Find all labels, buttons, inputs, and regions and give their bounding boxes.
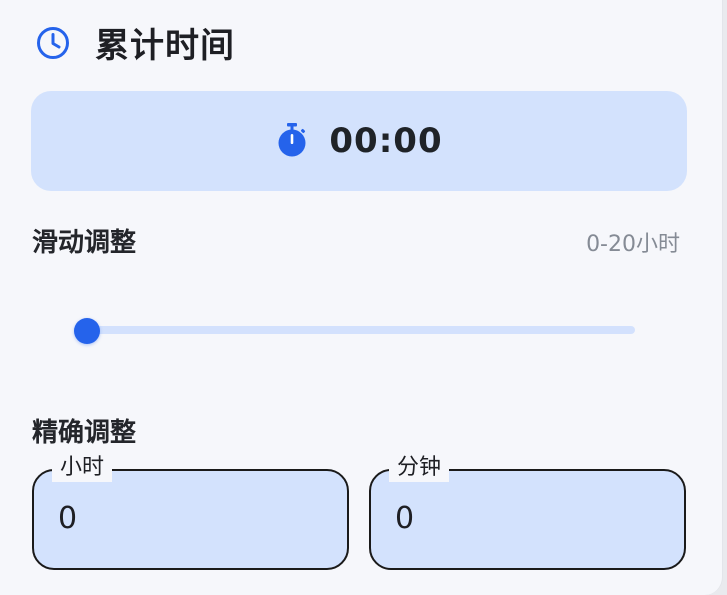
hours-slider-track[interactable] xyxy=(74,326,635,334)
clock-icon xyxy=(37,26,69,59)
minutes-field[interactable]: 分钟 xyxy=(369,454,686,570)
time-card: 累计时间 00:00 滑动调整 0-20小时 精确调整 小时 分钟 xyxy=(0,0,723,595)
hours-field[interactable]: 小时 xyxy=(32,454,349,570)
hours-input[interactable] xyxy=(58,501,318,536)
minutes-field-label: 分钟 xyxy=(389,454,450,482)
card-title: 累计时间 xyxy=(95,26,235,66)
timer-display: 00:00 xyxy=(31,91,687,191)
fine-section-label: 精确调整 xyxy=(32,418,137,448)
range-hint: 0-20小时 xyxy=(586,232,680,257)
stopwatch-icon xyxy=(278,123,306,157)
slider-section-label: 滑动调整 xyxy=(32,228,137,258)
hours-field-label: 小时 xyxy=(52,454,113,482)
minutes-input[interactable] xyxy=(395,501,655,536)
hours-slider-thumb[interactable] xyxy=(74,318,100,344)
card-header: 累计时间 xyxy=(35,18,235,67)
timer-value: 00:00 xyxy=(329,121,443,161)
